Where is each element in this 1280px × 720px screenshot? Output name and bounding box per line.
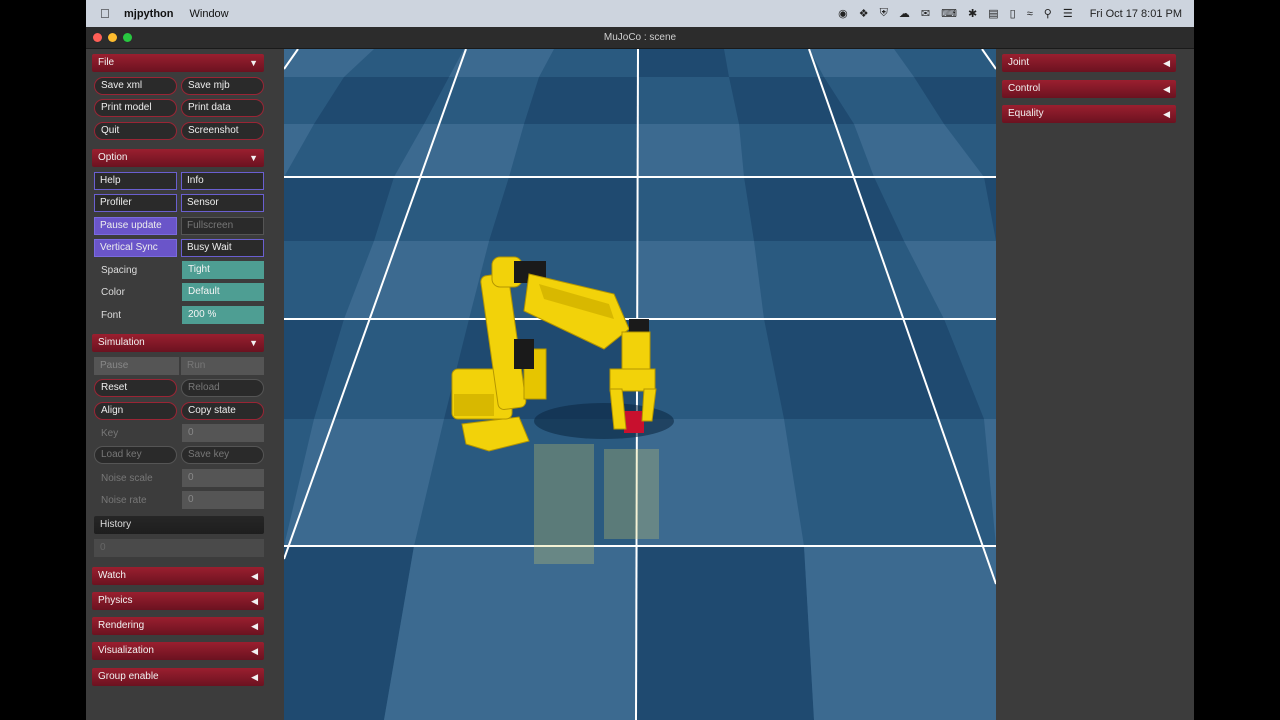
- 3d-viewport[interactable]: [284, 49, 996, 720]
- print-model-button[interactable]: Print model: [94, 99, 177, 117]
- outlook-icon[interactable]: ✉: [921, 7, 930, 20]
- mujoco-window: MuJoCo : scene File ▼ Save xml Save mjb …: [86, 27, 1194, 720]
- section-option-label: Option: [98, 152, 128, 163]
- apple-icon[interactable]: : [100, 6, 114, 21]
- search-icon[interactable]: ⚲: [1044, 7, 1052, 20]
- noise-scale-field[interactable]: 0: [182, 469, 264, 487]
- triangle-down-icon: ▼: [249, 58, 258, 68]
- window-titlebar[interactable]: MuJoCo : scene: [86, 27, 1194, 49]
- section-simulation-label: Simulation: [98, 337, 145, 348]
- app-name-menu[interactable]: mjpython: [124, 8, 174, 20]
- key-label: Key: [101, 428, 119, 439]
- pause-radio[interactable]: Pause: [94, 357, 179, 375]
- help-toggle[interactable]: Help: [94, 172, 177, 190]
- section-watch-label: Watch: [98, 570, 126, 581]
- section-rendering-label: Rendering: [98, 620, 145, 631]
- menubar-clock[interactable]: Fri Oct 17 8:01 PM: [1090, 8, 1182, 20]
- wifi-icon[interactable]: ≈: [1027, 8, 1033, 20]
- section-joint-label: Joint: [1008, 57, 1030, 68]
- sensor-toggle[interactable]: Sensor: [181, 194, 264, 212]
- shield-icon[interactable]: ⛨: [880, 7, 888, 20]
- spacing-label: Spacing: [101, 265, 138, 276]
- section-physics-label: Physics: [98, 595, 133, 606]
- bluetooth-icon[interactable]: ✱: [968, 7, 977, 20]
- vertical-sync-toggle[interactable]: Vertical Sync: [94, 239, 177, 257]
- section-control-header[interactable]: Control ◀: [1002, 80, 1176, 98]
- history-label: History: [100, 519, 132, 530]
- pause-update-toggle[interactable]: Pause update: [94, 217, 177, 235]
- right-ui-panel: Joint ◀ Control ◀ Equality ◀: [996, 49, 1194, 720]
- key-field[interactable]: 0: [182, 424, 264, 442]
- info-toggle[interactable]: Info: [181, 172, 264, 190]
- font-label: Font: [101, 310, 122, 321]
- triangle-down-icon: ▼: [249, 153, 258, 163]
- section-file-label: File: [98, 57, 115, 68]
- align-button[interactable]: Align: [94, 402, 177, 420]
- noise-rate-field[interactable]: 0: [182, 491, 264, 509]
- left-ui-panel: File ▼ Save xml Save mjb Print model Pri…: [86, 49, 284, 720]
- color-label: Color: [101, 287, 125, 298]
- section-group-enable-header[interactable]: Group enable ◀: [92, 668, 264, 686]
- dropbox-icon[interactable]: ❖: [859, 7, 869, 20]
- reset-button[interactable]: Reset: [94, 379, 177, 397]
- print-data-button[interactable]: Print data: [181, 99, 264, 117]
- quit-button[interactable]: Quit: [94, 122, 177, 140]
- triangle-left-icon: ◀: [251, 621, 258, 631]
- section-rendering-header[interactable]: Rendering ◀: [92, 617, 264, 635]
- triangle-left-icon: ◀: [251, 646, 258, 656]
- section-equality-label: Equality: [1008, 108, 1044, 119]
- triangle-left-icon: ◀: [1163, 109, 1170, 119]
- busy-wait-toggle[interactable]: Busy Wait: [181, 239, 264, 257]
- copy-state-button[interactable]: Copy state: [181, 402, 264, 420]
- status-tray: ◉ ❖ ⛨ ☁ ✉ ⌨ ✱ ▤ ▯ ≈ ⚲ ☰ Fri Oct 17 8:01 …: [838, 7, 1182, 20]
- triangle-left-icon: ◀: [251, 596, 258, 606]
- noise-rate-label: Noise rate: [101, 495, 147, 506]
- window-title: MuJoCo : scene: [603, 32, 677, 43]
- color-select[interactable]: Default: [182, 283, 264, 301]
- section-simulation-header[interactable]: Simulation ▼: [92, 334, 264, 352]
- load-key-button[interactable]: Load key: [94, 446, 177, 464]
- triangle-left-icon: ◀: [1163, 58, 1170, 68]
- section-control-label: Control: [1008, 83, 1041, 94]
- keyboard-icon[interactable]: ⌨: [941, 7, 957, 20]
- record-icon[interactable]: ◉: [838, 7, 848, 20]
- history-header: History: [94, 516, 264, 534]
- triangle-left-icon: ◀: [251, 571, 258, 581]
- window-menu[interactable]: Window: [190, 8, 229, 20]
- section-visualization-header[interactable]: Visualization ◀: [92, 642, 264, 660]
- triangle-left-icon: ◀: [1163, 84, 1170, 94]
- battery-icon[interactable]: ▯: [1010, 7, 1016, 20]
- section-watch-header[interactable]: Watch ◀: [92, 567, 264, 585]
- scene-render[interactable]: [284, 49, 996, 720]
- macos-menubar:  mjpython Window ◉ ❖ ⛨ ☁ ✉ ⌨ ✱ ▤ ▯ ≈ ⚲ …: [86, 0, 1194, 27]
- display-icon[interactable]: ▤: [988, 7, 998, 20]
- section-physics-header[interactable]: Physics ◀: [92, 592, 264, 610]
- history-slider[interactable]: 0: [94, 539, 264, 557]
- section-group-enable-label: Group enable: [98, 671, 159, 682]
- triangle-left-icon: ◀: [251, 672, 258, 682]
- spacing-select[interactable]: Tight: [182, 261, 264, 279]
- save-key-button[interactable]: Save key: [181, 446, 264, 464]
- save-xml-button[interactable]: Save xml: [94, 77, 177, 95]
- reload-button[interactable]: Reload: [181, 379, 264, 397]
- section-visualization-label: Visualization: [98, 645, 154, 656]
- red-cube: [624, 411, 644, 433]
- font-select[interactable]: 200 %: [182, 306, 264, 324]
- triangle-down-icon: ▼: [249, 338, 258, 348]
- section-option-header[interactable]: Option ▼: [92, 149, 264, 167]
- run-radio[interactable]: Run: [181, 357, 264, 375]
- section-joint-header[interactable]: Joint ◀: [1002, 54, 1176, 72]
- control-center-icon[interactable]: ☰: [1063, 7, 1073, 20]
- section-file-header[interactable]: File ▼: [92, 54, 264, 72]
- profiler-toggle[interactable]: Profiler: [94, 194, 177, 212]
- screenshot-button[interactable]: Screenshot: [181, 122, 264, 140]
- noise-scale-label: Noise scale: [101, 473, 153, 484]
- save-mjb-button[interactable]: Save mjb: [181, 77, 264, 95]
- cloud-icon[interactable]: ☁: [899, 7, 910, 20]
- fullscreen-toggle[interactable]: Fullscreen: [181, 217, 264, 235]
- section-equality-header[interactable]: Equality ◀: [1002, 105, 1176, 123]
